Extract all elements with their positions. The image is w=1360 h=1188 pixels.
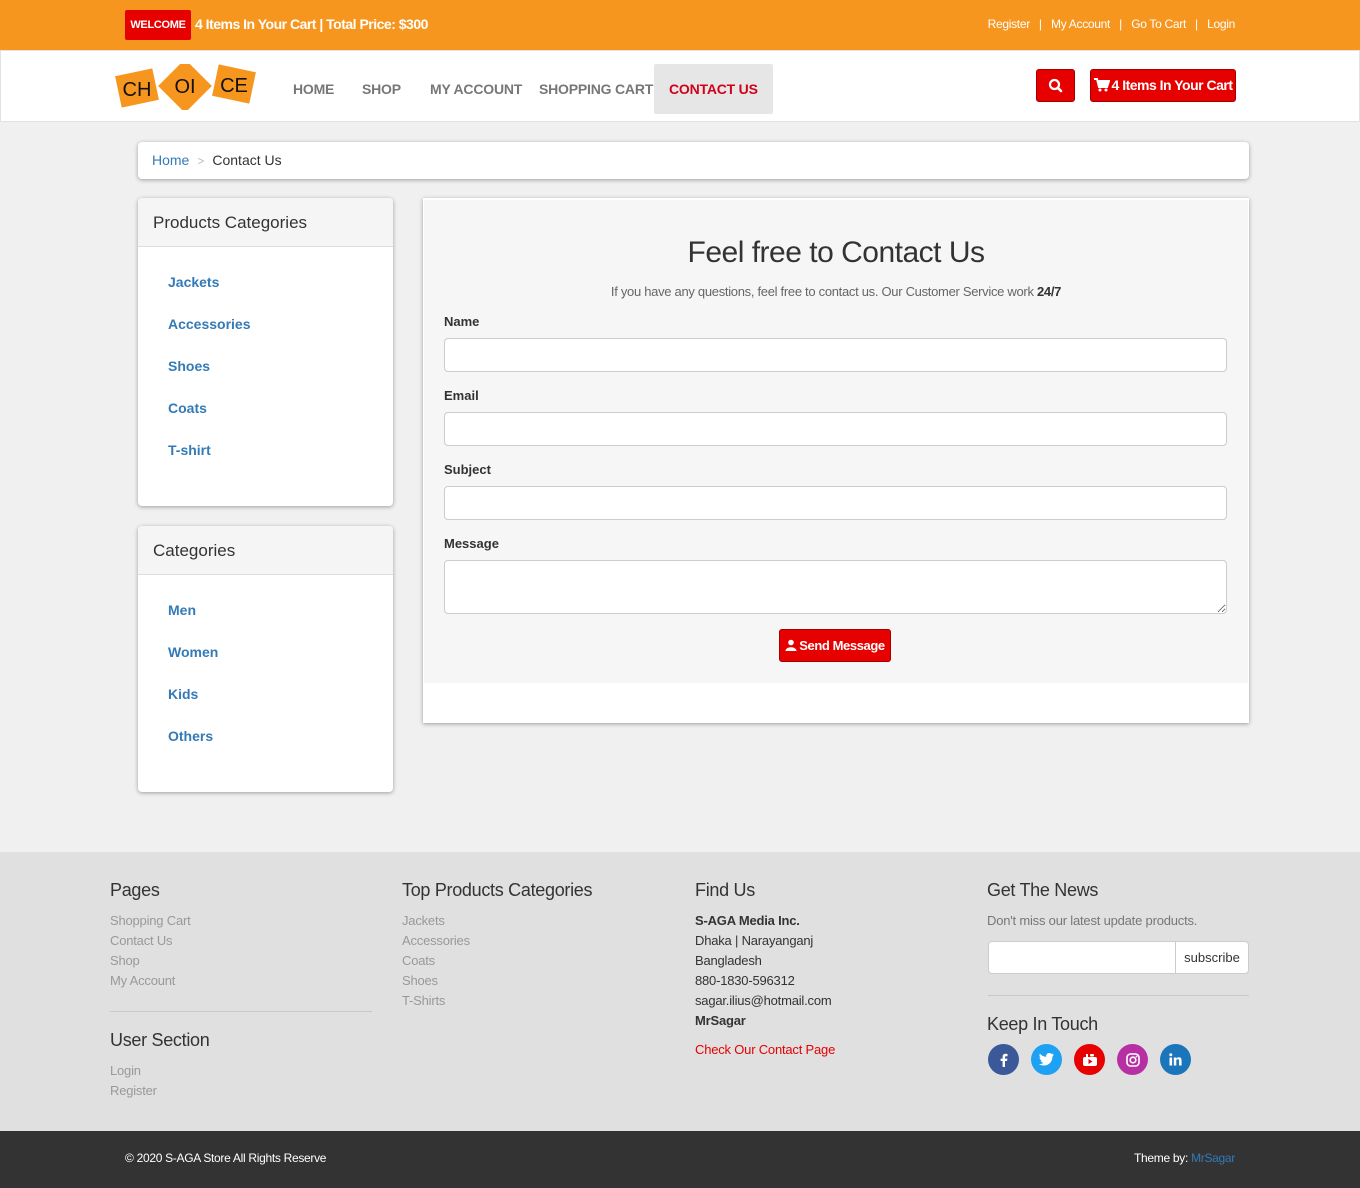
twitter-icon[interactable] xyxy=(1031,1044,1062,1075)
linkedin-icon[interactable] xyxy=(1160,1044,1191,1075)
nav-shop[interactable]: SHOP xyxy=(362,64,401,114)
footer xyxy=(0,852,1360,1131)
category-link-coats[interactable]: Coats xyxy=(168,391,393,433)
newsletter-email-input[interactable] xyxy=(988,941,1176,974)
footer-link-login[interactable]: Login xyxy=(110,1061,157,1081)
copyright-text: © 2020 S-AGA Store All Rights Reserve xyxy=(125,1151,327,1165)
address-line-1: Dhaka | Narayanganj xyxy=(695,933,814,948)
nav-contact-us[interactable]: CONTACT US xyxy=(654,64,773,114)
login-link[interactable]: Login xyxy=(1207,15,1235,33)
panel-title: Products Categories xyxy=(138,198,393,247)
footer-news-text: Don't miss our latest update products. xyxy=(987,913,1198,928)
footer-keep-in-touch-title: Keep In Touch xyxy=(987,1014,1098,1034)
chevron-right-icon: > xyxy=(197,154,205,168)
footer-link-shopping-cart[interactable]: Shopping Cart xyxy=(110,911,191,931)
search-button[interactable] xyxy=(1036,69,1075,102)
choice-logo[interactable]: CH OI CE xyxy=(114,64,256,110)
nav-shopping-cart[interactable]: SHOPPING CART xyxy=(539,64,653,114)
theme-author-link[interactable]: MrSagar xyxy=(1191,1151,1235,1165)
cart-summary: 4 Items In Your Cart | Total Price: $300 xyxy=(195,16,428,32)
check-contact-page-link[interactable]: Check Our Contact Page xyxy=(695,1042,835,1057)
footer-link-my-account[interactable]: My Account xyxy=(110,971,191,991)
cart-button[interactable]: 4 Items In Your Cart xyxy=(1090,69,1236,102)
subscribe-button[interactable]: subscribe xyxy=(1175,941,1249,974)
breadcrumb: Home > Contact Us xyxy=(138,142,1249,179)
nav-my-account[interactable]: MY ACCOUNT xyxy=(430,64,522,114)
logo-part-oi: OI xyxy=(174,76,195,98)
company-name: S-AGA Media Inc. xyxy=(695,913,800,928)
footer-top-categories-title: Top Products Categories xyxy=(402,880,593,900)
welcome-badge: WELCOME xyxy=(125,10,191,40)
footer-link-jackets[interactable]: Jackets xyxy=(402,911,470,931)
nav-home[interactable]: HOME xyxy=(293,64,334,114)
footer-find-us-title: Find Us xyxy=(695,880,755,900)
category-link-tshirt[interactable]: T-shirt xyxy=(168,433,393,475)
owner-name: MrSagar xyxy=(695,1013,746,1028)
divider xyxy=(110,1011,372,1012)
cart-button-label: 4 Items In Your Cart xyxy=(1111,77,1233,93)
go-to-cart-link[interactable]: Go To Cart xyxy=(1131,15,1186,33)
search-icon xyxy=(1048,78,1063,93)
footer-link-tshirts[interactable]: T-Shirts xyxy=(402,991,470,1011)
logo-part-ch: CH xyxy=(123,79,152,101)
email-input[interactable] xyxy=(444,412,1227,446)
breadcrumb-home[interactable]: Home xyxy=(152,152,189,168)
contact-subtitle: If you have any questions, feel free to … xyxy=(424,284,1248,299)
categories-panel: Categories Men Women Kids Others xyxy=(138,526,393,792)
name-input[interactable] xyxy=(444,338,1227,372)
email-address: sagar.ilius@hotmail.com xyxy=(695,993,832,1008)
footer-link-contact-us[interactable]: Contact Us xyxy=(110,931,191,951)
send-button-label: Send Message xyxy=(799,638,885,653)
message-textarea[interactable] xyxy=(444,560,1227,614)
name-label: Name xyxy=(444,314,480,329)
separator: | xyxy=(1119,17,1123,31)
my-account-link[interactable]: My Account xyxy=(1051,15,1110,33)
facebook-icon[interactable] xyxy=(988,1044,1019,1075)
phone-number: 880-1830-596312 xyxy=(695,973,795,988)
user-icon xyxy=(785,639,797,651)
footer-link-shop[interactable]: Shop xyxy=(110,951,191,971)
category-link-men[interactable]: Men xyxy=(168,593,393,635)
footer-link-accessories[interactable]: Accessories xyxy=(402,931,470,951)
subject-label: Subject xyxy=(444,462,491,477)
footer-user-title: User Section xyxy=(110,1030,210,1050)
footer-user-list: Login Register xyxy=(110,1061,157,1101)
category-link-women[interactable]: Women xyxy=(168,635,393,677)
category-link-jackets[interactable]: Jackets xyxy=(168,265,393,307)
separator: | xyxy=(1038,17,1043,31)
category-link-shoes[interactable]: Shoes xyxy=(168,349,393,391)
footer-link-register[interactable]: Register xyxy=(110,1081,157,1101)
address-line-2: Bangladesh xyxy=(695,953,762,968)
contact-title: Feel free to Contact Us xyxy=(687,236,985,269)
footer-news-title: Get The News xyxy=(987,880,1099,900)
theme-credit-prefix: Theme by: xyxy=(1134,1151,1189,1165)
subject-input[interactable] xyxy=(444,486,1227,520)
footer-pages-list: Shopping Cart Contact Us Shop My Account xyxy=(110,911,191,991)
subtitle-text: If you have any questions, feel free to … xyxy=(610,284,1037,299)
divider xyxy=(988,995,1249,996)
logo-part-ce: CE xyxy=(220,75,248,97)
shopping-cart-icon xyxy=(1093,78,1110,92)
subtitle-hours: 24/7 xyxy=(1036,284,1062,299)
panel-title: Categories xyxy=(138,526,393,575)
footer-pages-title: Pages xyxy=(110,880,160,900)
footer-address: S-AGA Media Inc. Dhaka | Narayanganj Ban… xyxy=(695,911,832,1031)
footer-link-coats[interactable]: Coats xyxy=(402,951,470,971)
separator: | xyxy=(1195,17,1199,31)
category-link-accessories[interactable]: Accessories xyxy=(168,307,393,349)
instagram-icon[interactable] xyxy=(1117,1044,1148,1075)
register-link[interactable]: Register xyxy=(988,15,1031,33)
theme-credit: Theme by: MrSagar xyxy=(1134,1151,1235,1165)
footer-top-categories-list: Jackets Accessories Coats Shoes T-Shirts xyxy=(402,911,470,1011)
message-label: Message xyxy=(444,536,499,551)
youtube-icon[interactable] xyxy=(1074,1044,1105,1075)
send-message-button[interactable]: Send Message xyxy=(779,629,891,662)
breadcrumb-current: Contact Us xyxy=(212,152,282,168)
products-categories-panel: Products Categories Jackets Accessories … xyxy=(138,198,393,506)
top-links: Register | My Account | Go To Cart | Log… xyxy=(988,15,1236,33)
footer-link-shoes[interactable]: Shoes xyxy=(402,971,470,991)
email-label: Email xyxy=(444,388,479,403)
category-link-kids[interactable]: Kids xyxy=(168,677,393,719)
category-link-others[interactable]: Others xyxy=(168,719,393,761)
